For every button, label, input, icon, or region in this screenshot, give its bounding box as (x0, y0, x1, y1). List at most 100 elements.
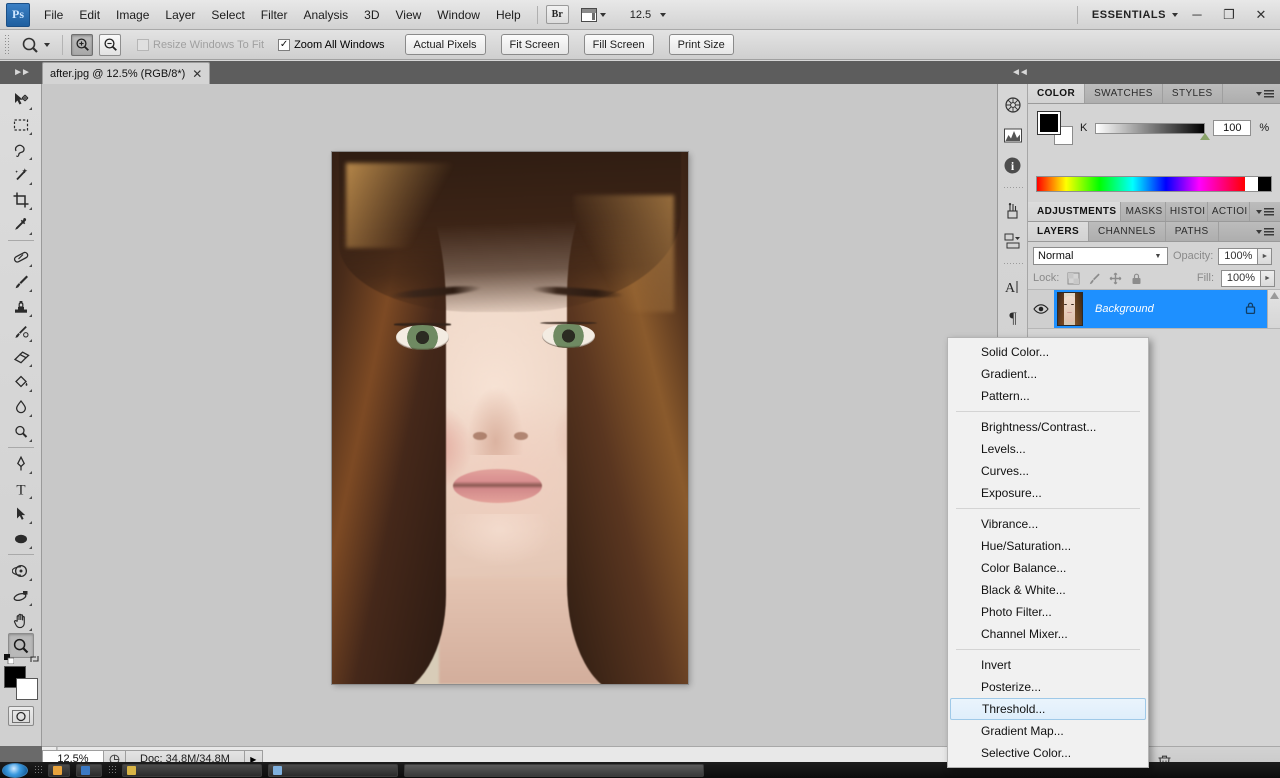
zoom-all-windows-option[interactable]: ✓ Zoom All Windows (278, 38, 385, 51)
k-value-field[interactable]: 100 (1213, 120, 1252, 136)
menu-filter[interactable]: Filter (253, 4, 296, 26)
layers-scrollbar[interactable] (1267, 290, 1280, 328)
black-swatch[interactable] (1258, 177, 1271, 191)
fill-field[interactable]: 100% (1221, 269, 1261, 287)
blend-mode-select[interactable]: Normal ▼ (1033, 247, 1168, 265)
spot-healing-brush-tool[interactable] (8, 244, 34, 269)
brush-presets-icon[interactable] (1000, 198, 1026, 224)
menu-item-photo-filter[interactable]: Photo Filter... (948, 601, 1148, 623)
actual-pixels-button[interactable]: Actual Pixels (404, 34, 486, 55)
pen-tool[interactable] (8, 451, 34, 476)
zoom-in-button[interactable] (71, 33, 93, 56)
menu-item-posterize[interactable]: Posterize... (948, 676, 1148, 698)
hand-tool[interactable] (8, 608, 34, 633)
zoom-all-windows-checkbox[interactable]: ✓ (278, 38, 291, 51)
tab-channels[interactable]: CHANNELS (1089, 222, 1166, 241)
fill-control[interactable]: 100% ► (1221, 269, 1275, 287)
tab-styles[interactable]: STYLES (1163, 84, 1223, 103)
chevron-down-icon[interactable] (1172, 12, 1178, 17)
tab-actions[interactable]: ACTIOI (1208, 202, 1250, 221)
canvas-area[interactable] (42, 84, 997, 746)
menu-help[interactable]: Help (488, 4, 529, 26)
workspace-switcher[interactable]: ESSENTIALS (1092, 9, 1166, 21)
zoom-out-button[interactable] (99, 33, 121, 56)
menu-item-hue-saturation[interactable]: Hue/Saturation... (948, 535, 1148, 557)
arrange-documents-button[interactable] (577, 6, 610, 24)
horizontal-type-tool[interactable]: T (8, 476, 34, 501)
menu-item-levels[interactable]: Levels... (948, 438, 1148, 460)
close-icon[interactable]: ✕ (192, 68, 202, 80)
menu-item-exposure[interactable]: Exposure... (948, 482, 1148, 504)
magic-wand-tool[interactable] (8, 162, 34, 187)
taskbar-item[interactable] (76, 763, 102, 777)
color-spectrum-ramp[interactable] (1036, 176, 1272, 192)
taskbar-item-active[interactable] (404, 763, 704, 777)
menu-analysis[interactable]: Analysis (295, 4, 356, 26)
tab-masks[interactable]: MASKS (1121, 202, 1166, 221)
taskbar-item[interactable] (122, 763, 262, 777)
opacity-stepper[interactable]: ► (1258, 247, 1273, 265)
crop-tool[interactable] (8, 187, 34, 212)
menu-file[interactable]: File (36, 4, 71, 26)
panel-collapse-button[interactable]: ◄◄ (997, 61, 1280, 84)
navigator-icon[interactable] (1000, 92, 1026, 118)
quick-mask-button[interactable] (7, 706, 34, 726)
brush-tool[interactable] (8, 269, 34, 294)
tab-swatches[interactable]: SWATCHES (1085, 84, 1163, 103)
menu-item-curves[interactable]: Curves... (948, 460, 1148, 482)
rectangular-marquee-tool[interactable] (8, 112, 34, 137)
menu-image[interactable]: Image (108, 4, 157, 26)
lock-position-icon[interactable] (1108, 271, 1122, 285)
layer-name[interactable]: Background (1083, 303, 1244, 315)
dodge-tool[interactable] (8, 419, 34, 444)
tab-adjustments[interactable]: ADJUSTMENTS (1028, 202, 1121, 221)
menu-view[interactable]: View (387, 4, 429, 26)
info-icon[interactable]: i (1000, 152, 1026, 178)
menu-3d[interactable]: 3D (356, 4, 387, 26)
toolbar-collapse-button[interactable]: ►► (0, 61, 42, 84)
menu-item-selective-color[interactable]: Selective Color... (948, 742, 1148, 764)
resize-windows-to-fit-option[interactable]: Resize Windows To Fit (137, 38, 264, 51)
histogram-icon[interactable] (1000, 122, 1026, 148)
tab-color[interactable]: COLOR (1028, 84, 1086, 103)
foreground-color-chip[interactable] (1037, 111, 1061, 135)
layer-thumbnail[interactable] (1057, 292, 1083, 326)
eraser-tool[interactable] (8, 344, 34, 369)
taskbar-item[interactable] (48, 763, 70, 777)
table-row[interactable]: Background (1028, 290, 1280, 328)
lock-image-pixels-icon[interactable] (1087, 271, 1101, 285)
gradient-tool[interactable] (8, 369, 34, 394)
menu-window[interactable]: Window (429, 4, 488, 26)
color-panel-menu-button[interactable] (1250, 84, 1280, 103)
character-icon[interactable]: A (1000, 274, 1026, 300)
resize-windows-checkbox[interactable] (137, 38, 149, 51)
menu-item-solid-color[interactable]: Solid Color... (948, 341, 1148, 363)
options-bar-gripper[interactable] (4, 33, 10, 56)
background-color-swatch[interactable] (15, 678, 38, 700)
clone-source-icon[interactable] (1000, 228, 1026, 254)
menu-item-black-and-white[interactable]: Black & White... (948, 579, 1148, 601)
move-tool[interactable] (8, 87, 34, 112)
tool-preset-picker[interactable] (16, 35, 54, 55)
tab-history[interactable]: HISTOI (1166, 202, 1208, 221)
menu-item-vibrance[interactable]: Vibrance... (948, 513, 1148, 535)
white-swatch[interactable] (1245, 177, 1258, 191)
fit-screen-button[interactable]: Fit Screen (500, 34, 569, 55)
color-panel-swatches[interactable] (1037, 111, 1073, 145)
layers-panel-menu-button[interactable] (1250, 222, 1280, 241)
menu-item-gradient[interactable]: Gradient... (948, 363, 1148, 385)
print-size-button[interactable]: Print Size (668, 34, 734, 55)
3d-rotate-tool[interactable] (8, 558, 34, 583)
document-tab[interactable]: after.jpg @ 12.5% (RGB/8*) ✕ (42, 62, 211, 84)
lock-all-icon[interactable] (1129, 271, 1143, 285)
opacity-control[interactable]: 100% ► (1218, 247, 1273, 265)
paragraph-icon[interactable]: ¶ (1000, 304, 1026, 330)
default-colors-icon[interactable] (3, 654, 14, 665)
menu-item-invert[interactable]: Invert (948, 654, 1148, 676)
menu-select[interactable]: Select (203, 4, 252, 26)
swap-colors-icon[interactable] (29, 654, 40, 667)
fill-stepper[interactable]: ► (1261, 269, 1275, 287)
minimize-button[interactable]: ─ (1184, 4, 1210, 26)
path-selection-tool[interactable] (8, 501, 34, 526)
k-slider-thumb[interactable] (1200, 132, 1211, 140)
